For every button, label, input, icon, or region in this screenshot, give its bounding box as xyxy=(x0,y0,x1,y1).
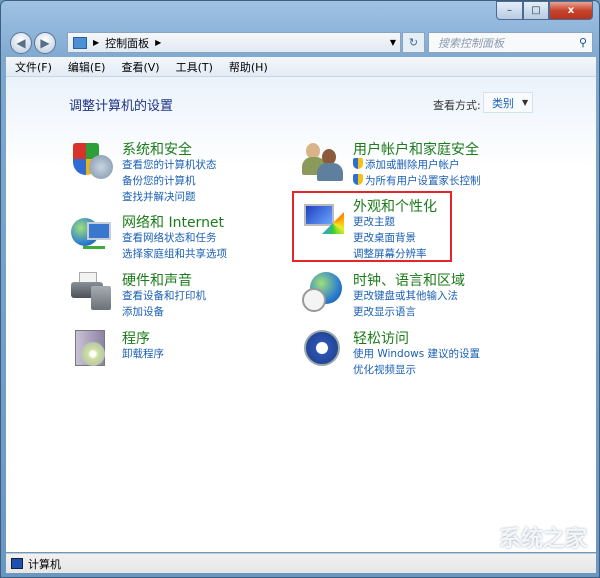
breadcrumb-arrow-icon[interactable]: ▶ xyxy=(155,38,161,47)
view-by-dropdown[interactable]: 类别 ▼ xyxy=(483,92,533,113)
status-text: 计算机 xyxy=(28,557,61,571)
close-button[interactable]: x xyxy=(549,1,593,20)
search-input[interactable]: 搜索控制面板 ⚲ xyxy=(428,32,593,53)
view-by-value: 类别 xyxy=(492,96,514,110)
menu-file[interactable]: 文件(F) xyxy=(15,59,52,75)
category-link[interactable]: 添加或删除用户帐户 xyxy=(353,157,460,172)
category-link[interactable]: 查看设备和打印机 xyxy=(122,288,206,303)
search-placeholder: 搜索控制面板 xyxy=(438,36,504,50)
ease-of-access-icon xyxy=(302,330,346,374)
category-title[interactable]: 轻松访问 xyxy=(353,328,409,348)
category-link[interactable]: 更改键盘或其他输入法 xyxy=(353,288,458,303)
category-link[interactable]: 使用 Windows 建议的设置 xyxy=(353,346,480,361)
category-title[interactable]: 系统和安全 xyxy=(122,139,192,159)
search-icon[interactable]: ⚲ xyxy=(579,36,587,49)
globe-clock-icon xyxy=(302,272,346,316)
network-globe-icon xyxy=(71,214,115,258)
highlight-box xyxy=(292,191,452,262)
uac-shield-icon xyxy=(353,158,363,169)
shield-icon xyxy=(71,141,115,185)
category-link[interactable]: 查看网络状态和任务 xyxy=(122,230,217,245)
menu-bar: 文件(F) 编辑(E) 查看(V) 工具(T) 帮助(H) xyxy=(6,57,596,77)
refresh-button[interactable]: ↻ xyxy=(402,32,425,53)
programs-box-icon xyxy=(71,330,115,374)
status-bar: 计算机 xyxy=(6,553,596,573)
category-title[interactable]: 硬件和声音 xyxy=(122,270,192,290)
category-link[interactable]: 备份您的计算机 xyxy=(122,173,196,188)
forward-button[interactable]: ▶ xyxy=(34,32,56,54)
view-by-label: 查看方式: xyxy=(433,99,481,112)
menu-tools[interactable]: 工具(T) xyxy=(176,59,213,75)
users-icon xyxy=(302,141,346,185)
breadcrumb-arrow-icon: ▶ xyxy=(93,38,100,47)
control-panel-icon xyxy=(73,36,87,49)
menu-view[interactable]: 查看(V) xyxy=(121,59,159,75)
category-title[interactable]: 网络和 Internet xyxy=(122,212,224,232)
chevron-down-icon: ▼ xyxy=(522,98,529,107)
category-link[interactable]: 查看您的计算机状态 xyxy=(122,157,217,172)
category-title[interactable]: 用户帐户和家庭安全 xyxy=(353,139,479,159)
breadcrumb-control-panel[interactable]: 控制面板 xyxy=(105,35,149,51)
category-title[interactable]: 时钟、语言和区域 xyxy=(353,270,465,290)
category-link[interactable]: 查找并解决问题 xyxy=(122,189,196,204)
back-button[interactable]: ◀ xyxy=(10,32,32,54)
minimize-button[interactable]: – xyxy=(496,1,523,20)
category-link[interactable]: 添加设备 xyxy=(122,304,164,319)
computer-icon xyxy=(11,558,23,569)
page-title: 调整计算机的设置 xyxy=(69,99,174,114)
category-link[interactable]: 优化视频显示 xyxy=(353,362,416,377)
menu-edit[interactable]: 编辑(E) xyxy=(68,59,106,75)
category-link[interactable]: 卸载程序 xyxy=(122,346,164,361)
content-area: 调整计算机的设置 查看方式: 类别 ▼ 系统和安全 查看您的计算机状态 备份您的计… xyxy=(6,77,596,552)
printer-icon xyxy=(71,272,115,316)
address-dropdown-icon[interactable]: ▼ xyxy=(390,38,396,47)
category-link[interactable]: 选择家庭组和共享选项 xyxy=(122,246,227,261)
category-title[interactable]: 程序 xyxy=(122,328,150,348)
category-link[interactable]: 更改显示语言 xyxy=(353,304,416,319)
category-link[interactable]: 为所有用户设置家长控制 xyxy=(353,173,481,188)
uac-shield-icon xyxy=(353,174,363,185)
maximize-button[interactable]: □ xyxy=(523,1,549,20)
menu-help[interactable]: 帮助(H) xyxy=(229,59,268,75)
window: – □ x ◀ ▶ ▶ 控制面板 ▶ ▼ ↻ 搜索控制面板 ⚲ 文件(F) 编辑… xyxy=(0,0,600,578)
address-bar[interactable]: ▶ 控制面板 ▶ ▼ xyxy=(67,32,401,53)
watermark-logo: 系统之家 xyxy=(498,527,587,552)
